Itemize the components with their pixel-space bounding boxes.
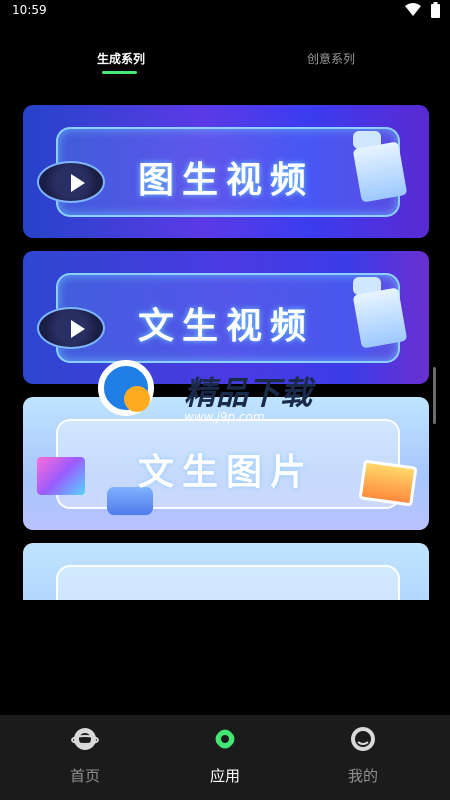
card-title: 图生视频 [137,160,314,201]
nav-apps[interactable]: 应用 [185,725,265,786]
nav-home-label: 首页 [69,767,100,785]
battery-icon [431,2,440,18]
tab-generate-series[interactable]: 生成系列 [97,50,145,67]
nav-apps-label: 应用 [209,767,240,785]
feature-card-list: 图生视频 文生视频 文生图片 [23,105,429,600]
status-time: 10:59 [12,3,47,17]
card-title: 文生图片 [137,452,314,493]
card-image-to-video[interactable]: 图生视频 [23,105,429,238]
home-planet-icon [71,728,99,750]
status-bar: 10:59 [0,0,450,22]
card-panel [56,565,400,600]
nav-me-label: 我的 [347,767,378,785]
watermark-brand: 精品下载 [184,374,313,412]
card-title: 文生视频 [137,306,314,347]
series-tabs: 生成系列 创意系列 [0,44,450,84]
bottom-nav: 首页 应用 我的 [0,715,450,800]
watermark-logo: 精品下载 www.j9p.com [98,360,358,440]
wifi-icon [405,3,421,16]
nav-home[interactable]: 首页 [45,725,125,786]
watermark-url: www.j9p.com [184,410,265,424]
card-partial[interactable] [23,543,429,600]
scrollbar-thumb[interactable] [433,367,436,424]
active-tab-indicator [102,71,137,74]
watermark-circle [98,360,154,416]
profile-icon [351,727,375,751]
status-icons [405,2,440,18]
tab-creative-series[interactable]: 创意系列 [307,50,355,67]
apps-icon [215,729,235,749]
nav-me[interactable]: 我的 [323,725,403,786]
